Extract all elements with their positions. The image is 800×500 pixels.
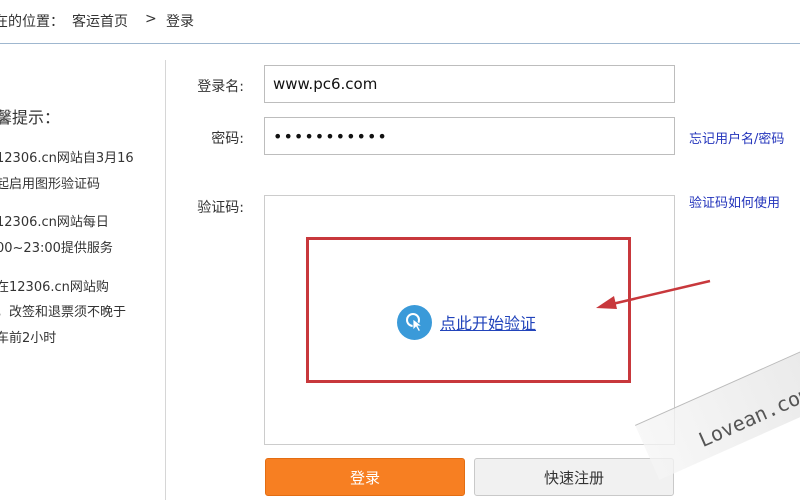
username-field-box: [264, 65, 675, 103]
breadcrumb: 在的位置： 客运首页 > 登录: [0, 0, 800, 44]
tips-heading: 馨提示：: [0, 108, 61, 127]
captcha-label: 验证码:: [197, 200, 244, 216]
tip-line: 00~23:00提供服务: [0, 241, 113, 256]
password-field-box: [264, 117, 675, 155]
tip-line: ，改签和退票须不晚于: [0, 305, 127, 320]
login-button[interactable]: 登录: [265, 458, 465, 496]
cursor-click-icon: [397, 304, 432, 340]
start-verification-label: 点此开始验证: [440, 314, 537, 333]
tip-line: 在12306.cn网站购: [0, 280, 109, 295]
tip-line: 12306.cn网站自3月16: [0, 151, 134, 166]
start-verification-button[interactable]: 点此开始验证: [397, 304, 536, 340]
breadcrumb-prefix: 在的位置：: [0, 14, 64, 30]
tip-line: 起启用图形验证码: [0, 177, 101, 192]
breadcrumb-home-link[interactable]: 客运首页: [72, 11, 128, 31]
password-input[interactable]: [265, 118, 674, 154]
username-label: 登录名:: [197, 79, 244, 95]
captcha-help-link[interactable]: 验证码如何使用: [689, 192, 780, 211]
tips-panel: 馨提示：: [0, 45, 165, 500]
breadcrumb-current: 登录: [166, 14, 194, 30]
forgot-password-link[interactable]: 忘记用户名/密码: [689, 128, 784, 147]
tip-line: 12306.cn网站每日: [0, 215, 109, 230]
password-label: 密码:: [211, 131, 244, 147]
register-button[interactable]: 快速注册: [474, 458, 674, 496]
tip-line: 车前2小时: [0, 331, 57, 346]
breadcrumb-separator: >: [145, 11, 157, 27]
panel-divider: [165, 60, 166, 500]
annotation-arrow-icon: [596, 279, 711, 309]
username-input[interactable]: [265, 66, 674, 102]
